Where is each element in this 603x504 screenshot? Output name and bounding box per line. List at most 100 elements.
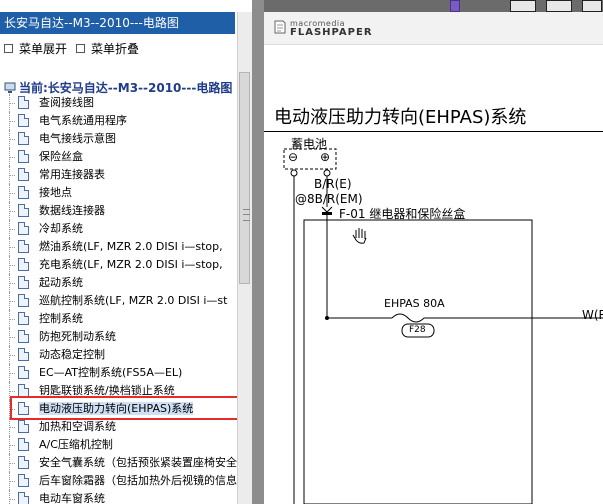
wire-label-1: B/R(E) — [314, 177, 352, 191]
fuse-box-label: F-01 继电器和保险丝盒 — [339, 207, 466, 221]
tree-line — [10, 373, 15, 374]
tree-item-label: 巡航控制系统(LF, MZR 2.0 DISI i—st — [39, 294, 228, 307]
document-icon — [18, 167, 29, 181]
document-icon — [18, 293, 29, 307]
flashpaper-header: macromedia FLASHPAPER — [264, 12, 603, 45]
document-icon — [18, 113, 29, 127]
tree-item[interactable]: 起动系统 — [9, 274, 83, 292]
tree-line — [10, 319, 15, 320]
tree-item[interactable]: 加热和空调系统 — [9, 418, 116, 436]
tree-item[interactable]: A/C压缩机控制 — [9, 436, 113, 454]
document-icon — [18, 239, 29, 253]
tree-item-label: 加热和空调系统 — [39, 420, 116, 433]
tree-item[interactable]: 接地点 — [9, 184, 72, 202]
tree-item[interactable]: 充电系统(LF, MZR 2.0 DISI i—stop, — [9, 256, 223, 274]
tree-line — [10, 301, 15, 302]
tree-line — [10, 337, 15, 338]
document-icon — [18, 419, 29, 433]
tree-item-label: 冷却系统 — [39, 222, 83, 235]
tree-item-label: 防抱死制动系统 — [39, 330, 116, 343]
expand-icon — [4, 44, 13, 53]
tree-line — [10, 265, 15, 266]
document-icon — [18, 185, 29, 199]
document-icon — [18, 221, 29, 235]
document-icon — [18, 437, 29, 451]
tree-line — [10, 121, 15, 122]
tree-item[interactable]: 燃油系统(LF, MZR 2.0 DISI i—stop, — [9, 238, 223, 256]
tree-list: 查阅接线图电气系统通用程序 电气接线示意图保险丝盒常用连接器表 接地点数据线连接器冷… — [0, 94, 238, 504]
pane-splitter[interactable] — [252, 0, 264, 504]
tree-item[interactable]: 保险丝盒 — [9, 148, 83, 166]
right-wire-label: W(R — [582, 308, 603, 322]
tree-item-label: 起动系统 — [39, 276, 83, 289]
collapse-menu-button[interactable]: 菜单折叠 — [76, 40, 139, 58]
document-icon — [18, 365, 29, 379]
tree-item[interactable]: 动态稳定控制 — [9, 346, 105, 364]
tree-item[interactable]: 后车窗除霜器（包括加热外后视镜的信息 — [9, 472, 237, 490]
toolbar-button[interactable] — [582, 0, 602, 12]
tree-line — [10, 481, 15, 482]
tree-line — [10, 211, 15, 212]
scroll-thumb[interactable] — [239, 72, 250, 284]
tree-line — [10, 283, 15, 284]
tree-item[interactable]: 冷却系统 — [9, 220, 83, 238]
tree-item-label: 燃油系统(LF, MZR 2.0 DISI i—stop, — [39, 240, 223, 253]
tree-line — [10, 103, 15, 104]
tree-line — [9, 490, 11, 504]
document-icon — [18, 257, 29, 271]
document-icon — [18, 329, 29, 343]
tree-line — [10, 445, 15, 446]
menu-controls: 菜单展开 菜单折叠 — [0, 40, 235, 58]
tree-item[interactable]: 常用连接器表 — [9, 166, 105, 184]
document-icon — [18, 95, 29, 109]
fuse-label: EHPAS 80A — [384, 297, 445, 310]
fuse-id: F28 — [409, 325, 426, 335]
toolbar-button[interactable] — [510, 0, 536, 12]
document-icon — [18, 203, 29, 217]
grip-icon — [243, 209, 250, 221]
tree-item-label: 接地点 — [39, 186, 72, 199]
tree-line — [10, 391, 15, 392]
tree-item[interactable]: 数据线连接器 — [9, 202, 105, 220]
expand-menu-button[interactable]: 菜单展开 — [4, 40, 67, 58]
tree-item-label: 电气系统通用程序 — [39, 114, 127, 127]
collapse-icon — [76, 44, 85, 53]
tree-scrollbar[interactable] — [237, 12, 252, 504]
tree-root-label: 当前:长安马自达--M3--2010---电路图 — [19, 81, 233, 95]
tree-item-label: 常用连接器表 — [39, 168, 105, 181]
pane-title: 长安马自达--M3--2010---电路图 — [0, 12, 235, 34]
tree-line — [10, 139, 15, 140]
computer-icon — [4, 82, 16, 93]
document-icon — [18, 131, 29, 145]
toolbar-button[interactable] — [450, 0, 460, 12]
tree-line — [10, 193, 15, 194]
brand-bottom: FLASHPAPER — [290, 27, 373, 38]
toolbar-button[interactable] — [546, 0, 572, 12]
tree-item[interactable]: 控制系统 — [9, 310, 83, 328]
tree-item[interactable]: 电动车窗系统 — [9, 490, 105, 504]
tree-item-label: EC—AT控制系统(FS5A—EL) — [39, 366, 183, 379]
tree-item-label: 后车窗除霜器（包括加热外后视镜的信息 — [39, 474, 237, 487]
tree-item-label: 电气接线示意图 — [39, 132, 116, 145]
flashpaper-brand: macromedia FLASHPAPER — [290, 19, 373, 38]
document-icon — [18, 473, 29, 487]
tree-line — [10, 175, 15, 176]
expand-label: 菜单展开 — [19, 42, 68, 56]
tree-line — [10, 157, 15, 158]
tree-item[interactable]: 防抱死制动系统 — [9, 328, 116, 346]
wire-label-2: @8B/R(EM) — [295, 192, 363, 206]
tree-item[interactable]: 安全气囊系统（包括预张紧装置座椅安全 — [9, 454, 237, 472]
document-viewer: macromedia FLASHPAPER 电动液压助力转向(EHPAS)系统 … — [264, 0, 603, 504]
document-icon — [18, 383, 29, 397]
tree-line — [10, 355, 15, 356]
tree-item[interactable]: EC—AT控制系统(FS5A—EL) — [9, 364, 183, 382]
tree-item-label: 查阅接线图 — [39, 96, 94, 109]
flashpaper-logo-icon — [274, 20, 286, 34]
tree-item[interactable]: 巡航控制系统(LF, MZR 2.0 DISI i—st — [9, 292, 228, 310]
tree-item[interactable]: 查阅接线图 — [9, 94, 94, 112]
selection-highlight — [10, 396, 244, 420]
tree-line — [10, 499, 15, 500]
document-icon — [18, 149, 29, 163]
tree-item[interactable]: 电气接线示意图 — [9, 130, 116, 148]
tree-item[interactable]: 电气系统通用程序 — [9, 112, 127, 130]
